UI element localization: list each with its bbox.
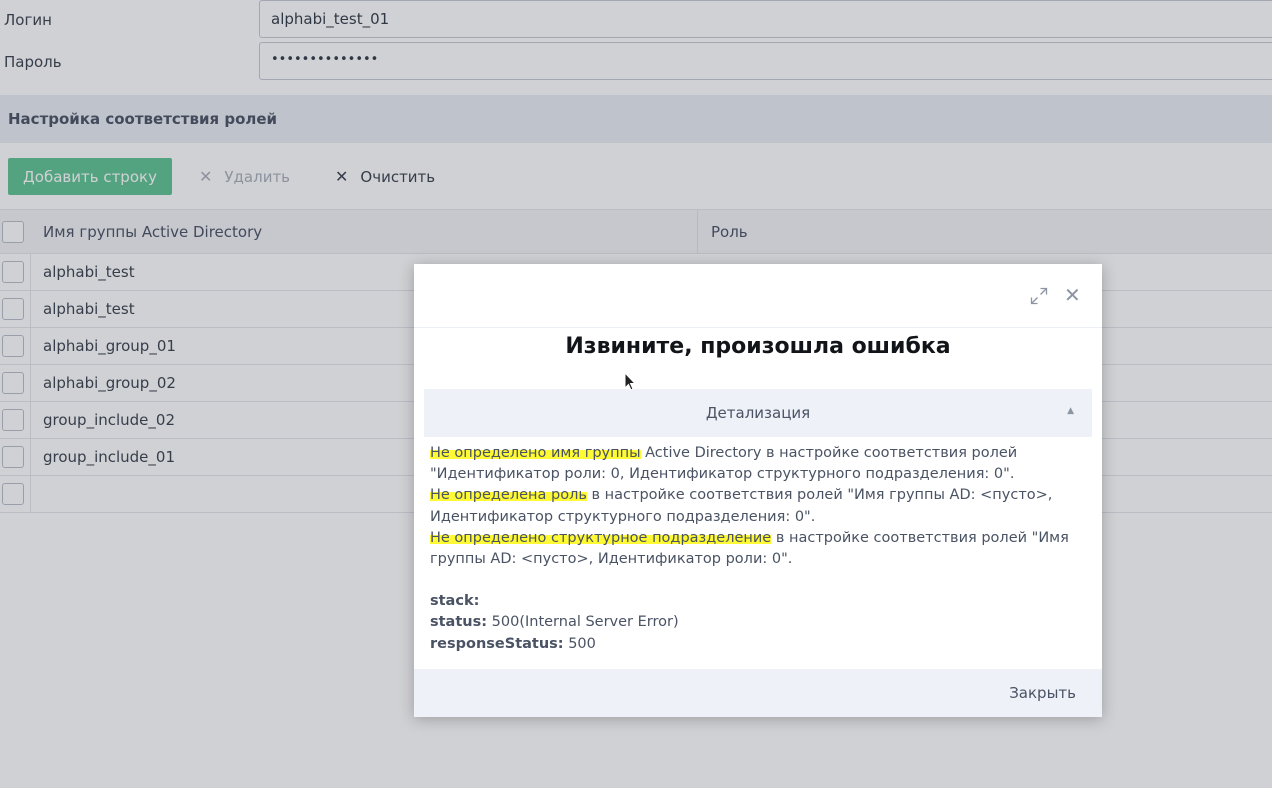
stack-key: stack: — [430, 593, 480, 610]
response-status-value: 500 — [563, 635, 596, 652]
details-label: Детализация — [705, 404, 811, 422]
stack-line: stack: — [430, 591, 1090, 612]
error-message: Не определено структурное подразделение … — [430, 528, 1090, 570]
close-button[interactable]: Закрыть — [1009, 684, 1076, 702]
status-value: 500(Internal Server Error) — [487, 614, 679, 631]
mouse-cursor-icon — [624, 372, 636, 391]
error-highlight: Не определено имя группы — [430, 445, 641, 461]
close-icon[interactable]: ✕ — [1064, 285, 1081, 305]
expand-icon[interactable] — [1030, 287, 1048, 305]
caret-up-icon: ▲ — [1067, 406, 1074, 416]
error-highlight: Не определена роль — [430, 487, 587, 504]
details-accordion-header[interactable]: Детализация ▲ — [424, 389, 1092, 437]
error-details: Не определено имя группы Active Director… — [430, 443, 1090, 655]
dialog-footer: Закрыть — [414, 669, 1102, 717]
response-status-key: responseStatus: — [430, 635, 564, 652]
dialog-titlebar: ✕ — [414, 264, 1102, 328]
error-message: Не определена роль в настройке соответст… — [430, 485, 1090, 527]
error-highlight: Не определено структурное подразделение — [430, 529, 772, 546]
status-line: status: 500(Internal Server Error) — [430, 612, 1090, 633]
error-dialog: ✕ Извините, произошла ошибка Детализация… — [414, 264, 1102, 717]
error-message: Не определено имя группы Active Director… — [430, 443, 1090, 485]
status-key: status: — [430, 614, 488, 631]
response-status-line: responseStatus: 500 — [430, 634, 1090, 655]
dialog-title: Извините, произошла ошибка — [565, 334, 951, 359]
